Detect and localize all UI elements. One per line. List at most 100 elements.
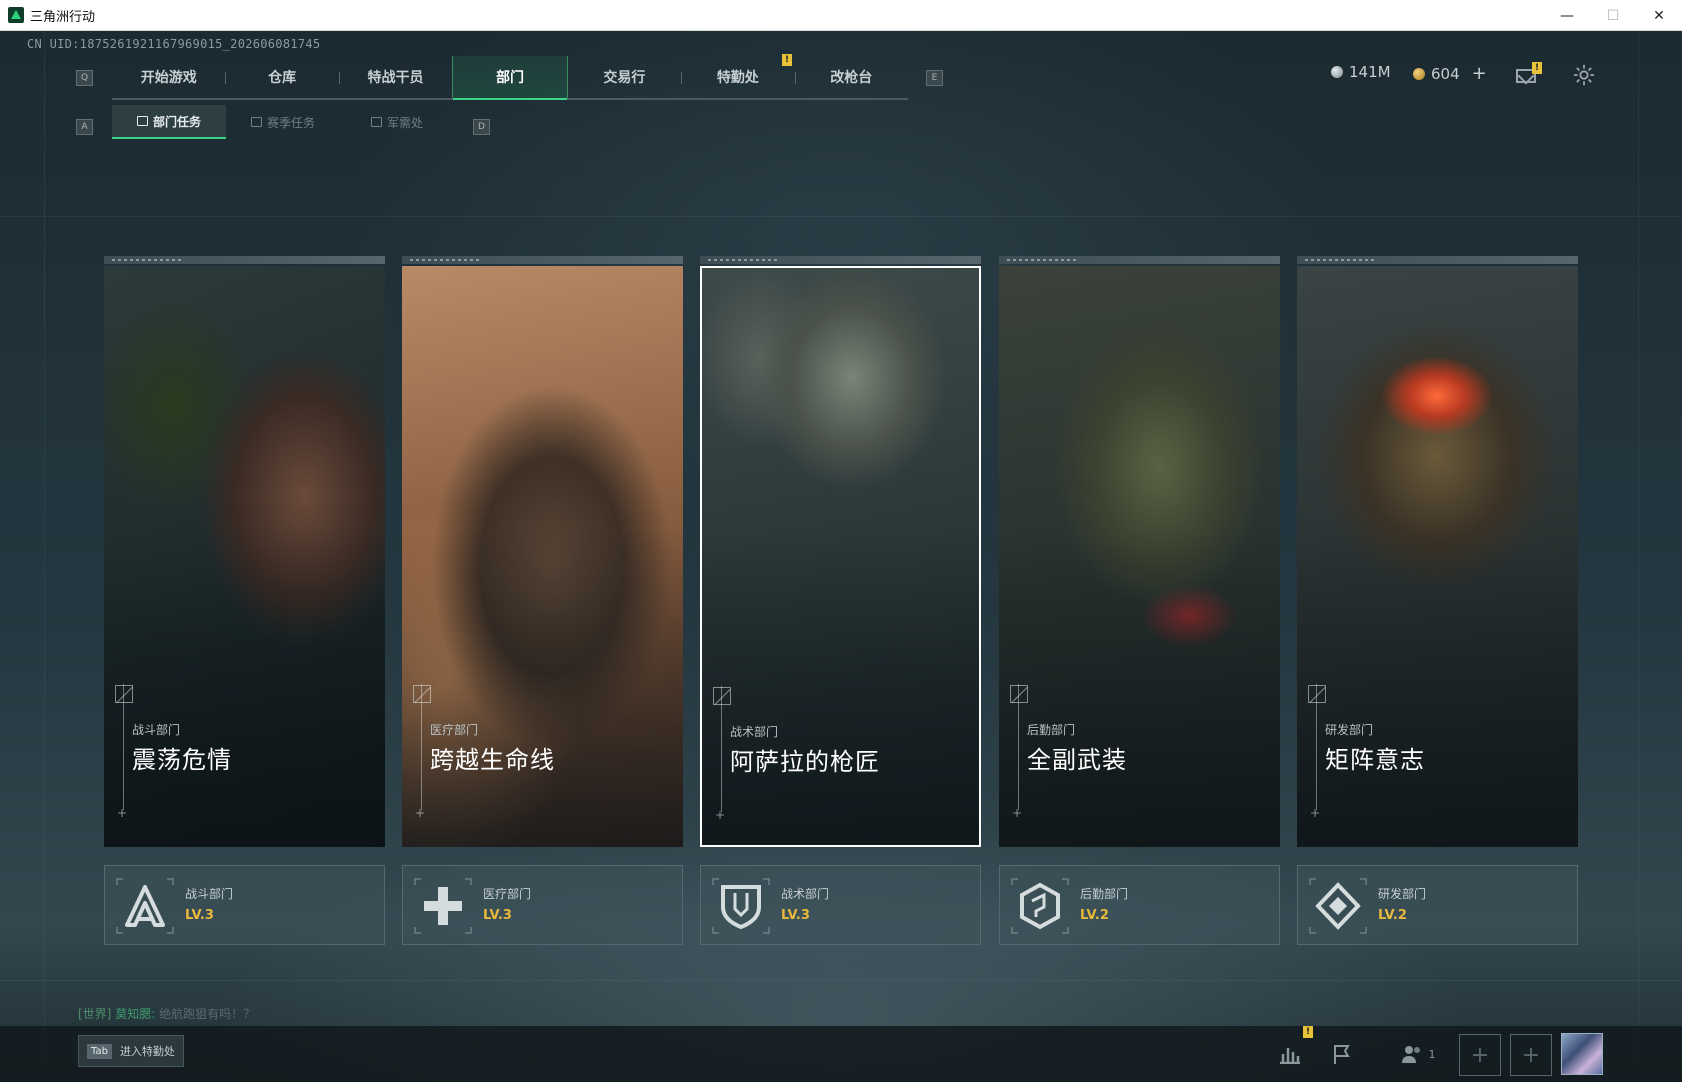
subnav-next-key-hint: D — [473, 119, 490, 135]
gold-coin-icon — [1413, 67, 1425, 80]
flag-icon — [1334, 1045, 1350, 1064]
subtab-dept-missions[interactable]: 部门任务 — [112, 105, 226, 139]
research-diamond-icon — [1309, 878, 1367, 934]
card-plus-icon: + — [415, 806, 426, 820]
tab-trade[interactable]: 交易行 — [568, 56, 681, 98]
card-expand-icon — [413, 685, 431, 703]
silver-amount: 141M — [1349, 63, 1391, 81]
subtab-label: 部门任务 — [152, 114, 201, 129]
hud-grid-line — [44, 31, 45, 1082]
team-slot-2[interactable]: + — [1510, 1034, 1552, 1076]
flag-button[interactable] — [1322, 1034, 1362, 1074]
minimize-button[interactable]: — — [1544, 0, 1590, 31]
supply-icon — [370, 117, 382, 127]
mission-card-logistics[interactable]: + 后勤部门 全副武装 — [999, 256, 1280, 847]
silver-currency: 141M — [1331, 63, 1391, 81]
card-subtitle: 研发部门 — [1325, 723, 1374, 737]
nav-next-key-hint: E — [926, 70, 943, 86]
card-subtitle: 后勤部门 — [1027, 723, 1076, 737]
combat-dept-icon — [116, 878, 174, 934]
world-chat-line[interactable]: [世界] 莫知腮: 绝航跑狙有吗！？ — [78, 1005, 255, 1022]
chat-sender: 莫知腮: — [115, 1007, 156, 1021]
settings-gear-icon[interactable] — [1573, 64, 1595, 86]
silver-coin-icon — [1331, 66, 1343, 78]
close-button[interactable]: ✕ — [1636, 0, 1682, 31]
chat-channel: [世界] — [78, 1007, 112, 1021]
stats-button[interactable] — [1270, 1034, 1310, 1074]
subtab-label: 军需处 — [386, 115, 423, 130]
gold-amount: 604 — [1431, 64, 1460, 83]
hud-grid-line — [1638, 31, 1639, 1082]
card-title: 阿萨拉的枪匠 — [730, 748, 880, 776]
sub-nav: 部门任务 赛季任务 军需处 — [112, 105, 454, 139]
user-uid: CN UID:1875261921167969015_202606081745 — [27, 37, 321, 51]
card-header-strip — [104, 256, 385, 264]
mission-card-research[interactable]: + 研发部门 矩阵意志 — [1297, 256, 1578, 847]
card-title: 全副武装 — [1027, 746, 1127, 774]
enter-special-ops-button[interactable]: Tab 进入特勤处 — [78, 1035, 184, 1067]
add-gold-button[interactable]: + — [1472, 63, 1487, 84]
window-controls: — ☐ ✕ — [1544, 0, 1682, 31]
dept-panel-tactical[interactable]: 战术部门 LV.3 — [700, 865, 981, 945]
dept-level: LV.3 — [483, 908, 512, 923]
card-accent-line — [1018, 684, 1019, 810]
subtab-label: 赛季任务 — [266, 115, 315, 130]
subnav-prev-key-hint: A — [76, 119, 93, 135]
card-art-soldiers-desert: + 医疗部门 跨越生命线 — [402, 266, 683, 847]
dept-level: LV.2 — [1080, 908, 1109, 923]
window-titlebar: 三角洲行动 — ☐ ✕ — [0, 0, 1682, 31]
card-art-matrix-core: + 研发部门 矩阵意志 — [1297, 266, 1578, 847]
dept-name: 后勤部门 — [1080, 887, 1129, 901]
nav-prev-key-hint: Q — [76, 70, 93, 86]
dept-panel-combat[interactable]: 战斗部门 LV.3 — [104, 865, 385, 945]
window-title: 三角洲行动 — [30, 9, 96, 25]
card-plus-icon: + — [1012, 806, 1023, 820]
dept-panel-research[interactable]: 研发部门 LV.2 — [1297, 865, 1578, 945]
gold-currency: 604 + — [1413, 63, 1487, 84]
card-art-tactical-vest: + 后勤部门 全副武装 — [999, 266, 1280, 847]
maximize-button[interactable]: ☐ — [1590, 0, 1636, 31]
card-plus-icon: + — [117, 806, 128, 820]
tactical-shield-icon — [712, 878, 770, 934]
stats-alert-badge: ! — [1303, 1026, 1313, 1038]
card-art-gunsmith-mask: + 战术部门 阿萨拉的枪匠 — [700, 266, 981, 847]
tab-gunsmith[interactable]: 改枪台 — [794, 56, 908, 98]
dept-panel-medical[interactable]: 医疗部门 LV.3 — [402, 865, 683, 945]
season-icon — [250, 117, 262, 127]
card-subtitle: 医疗部门 — [430, 723, 479, 737]
dept-name: 医疗部门 — [483, 887, 532, 901]
mission-card-tactical[interactable]: + 战术部门 阿萨拉的枪匠 — [700, 256, 981, 847]
tab-departments[interactable]: 部门 — [452, 56, 568, 100]
hud-grid-line — [0, 216, 1682, 217]
tab-special-ops[interactable]: 特勤处 — [681, 56, 794, 98]
tab-start-game[interactable]: 开始游戏 — [112, 56, 225, 98]
tab-operators[interactable]: 特战干员 — [338, 56, 452, 98]
team-button[interactable]: 1 — [1388, 1034, 1448, 1074]
card-header-strip — [402, 256, 683, 264]
app-logo-icon — [8, 7, 24, 23]
card-accent-line — [421, 684, 422, 810]
subtab-quartermaster[interactable]: 军需处 — [340, 105, 454, 139]
team-slot-1[interactable]: + — [1459, 1034, 1501, 1076]
game-viewport: CN UID:1875261921167969015_202606081745 … — [0, 31, 1682, 1082]
subtab-season-missions[interactable]: 赛季任务 — [226, 105, 340, 139]
bottom-bar: Tab 进入特勤处 ! 1 + + — [0, 1026, 1682, 1082]
mission-card-combat[interactable]: + 战斗部门 震荡危情 — [104, 256, 385, 847]
card-title: 跨越生命线 — [430, 746, 555, 774]
player-avatar[interactable] — [1561, 1033, 1603, 1075]
card-subtitle: 战斗部门 — [132, 723, 181, 737]
dept-panel-logistics[interactable]: 后勤部门 LV.2 — [999, 865, 1280, 945]
mail-alert-badge: ! — [1532, 62, 1542, 74]
medical-cross-icon — [414, 878, 472, 934]
card-header-strip — [700, 256, 981, 264]
bar-chart-icon — [1280, 1048, 1300, 1064]
mission-card-medical[interactable]: + 医疗部门 跨越生命线 — [402, 256, 683, 847]
card-plus-icon: + — [1310, 806, 1321, 820]
dept-name: 战术部门 — [781, 887, 830, 901]
team-members-icon — [1401, 1046, 1420, 1063]
dept-level: LV.3 — [185, 908, 214, 923]
team-count: 1 — [1428, 1047, 1436, 1061]
logistics-hex-icon — [1011, 878, 1069, 934]
chat-message: 绝航跑狙有吗！？ — [159, 1007, 256, 1021]
tab-warehouse[interactable]: 仓库 — [225, 56, 338, 98]
